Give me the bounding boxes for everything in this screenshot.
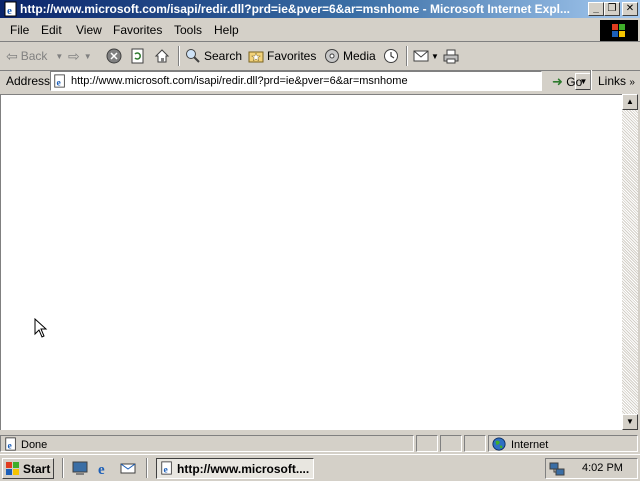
toolbar-separator [178, 46, 180, 66]
launch-outlook-express-button[interactable] [120, 460, 136, 479]
taskbar-window-button[interactable]: e http://www.microsoft.... [156, 458, 314, 479]
back-arrow-icon: ⇦ [6, 47, 18, 64]
clock[interactable]: 4:02 PM [582, 462, 623, 474]
browser-content[interactable] [0, 94, 622, 430]
svg-text:e: e [7, 5, 12, 17]
start-label: Start [23, 462, 51, 476]
svg-text:e: e [164, 464, 169, 475]
mail-icon [120, 463, 136, 474]
favorites-icon [248, 51, 264, 63]
arrow-up-icon: ▲ [626, 97, 634, 106]
status-text: Done [21, 439, 48, 451]
globe-icon [492, 437, 506, 451]
restore-icon: ❐ [607, 3, 617, 14]
back-button[interactable]: ⇦ Back ▼ [6, 45, 63, 67]
home-icon [154, 49, 170, 63]
address-input[interactable]: e http://www.microsoft.com/isapi/redir.d… [50, 71, 592, 91]
chevron-down-icon: ▼ [431, 51, 439, 61]
links-button[interactable]: Links » [598, 74, 635, 88]
media-icon [325, 49, 339, 63]
mail-icon [413, 50, 429, 62]
search-button[interactable]: Search [185, 45, 242, 67]
status-panel [440, 435, 462, 452]
title-bar[interactable]: e http://www.microsoft.com/isapi/redir.d… [0, 0, 640, 18]
home-button[interactable] [154, 45, 170, 67]
address-bar: Address e http://www.microsoft.com/isapi… [0, 70, 640, 92]
system-tray: 4:02 PM [545, 458, 638, 479]
launch-ie-button[interactable]: e [96, 460, 112, 479]
stop-button[interactable] [106, 45, 122, 67]
refresh-icon [131, 48, 144, 64]
show-desktop-button[interactable] [72, 460, 88, 479]
svg-text:e: e [57, 77, 62, 88]
favorites-button[interactable]: Favorites [248, 45, 316, 67]
history-icon [384, 49, 398, 63]
menu-view[interactable]: View [76, 23, 102, 37]
forward-button[interactable]: ⇨ ▼ [68, 45, 92, 67]
standard-toolbar: ⇦ Back ▼ ⇨ ▼ Search Favorites Media ▼ [0, 42, 640, 71]
menu-file[interactable]: File [10, 23, 29, 37]
close-icon: ✕ [625, 3, 635, 14]
address-label: Address [6, 74, 51, 88]
windows-logo [600, 20, 638, 41]
taskbar: Start e e http://www.microsoft.... 4:02 … [0, 454, 640, 481]
menu-favorites[interactable]: Favorites [113, 23, 162, 37]
window-title: http://www.microsoft.com/isapi/redir.dll… [20, 2, 570, 16]
menu-help[interactable]: Help [214, 23, 239, 37]
printer-icon [443, 49, 459, 64]
go-arrow-icon: ➜ [552, 74, 563, 89]
scroll-down-button[interactable]: ▼ [622, 414, 638, 430]
status-bar: e Done Internet [0, 433, 640, 453]
refresh-button[interactable] [130, 45, 146, 67]
zone-text: Internet [511, 439, 549, 451]
status-text-panel: e Done [0, 435, 414, 452]
chevron-right-icon: » [629, 77, 635, 88]
close-button[interactable]: ✕ [622, 2, 638, 16]
minimize-icon: _ [593, 3, 599, 14]
status-panel [464, 435, 486, 452]
toolbar-separator [406, 46, 408, 66]
stop-icon [106, 48, 122, 64]
minimize-button[interactable]: _ [588, 2, 604, 16]
scroll-up-button[interactable]: ▲ [622, 94, 638, 110]
mouse-cursor-icon [34, 318, 48, 338]
forward-arrow-icon: ⇨ [68, 47, 80, 64]
start-button[interactable]: Start [2, 458, 54, 479]
svg-text:e: e [98, 462, 105, 476]
ie-page-icon: e [4, 1, 17, 17]
desktop-icon [72, 461, 88, 475]
chevron-down-icon: ▼ [83, 51, 92, 61]
windows-flag-icon [6, 462, 19, 475]
mail-button[interactable]: ▼ [413, 45, 439, 67]
network-icon[interactable] [549, 461, 565, 477]
windows-flag-icon [612, 24, 625, 37]
vertical-scrollbar[interactable]: ▲ ▼ [622, 94, 638, 430]
page-icon: e [54, 74, 65, 88]
arrow-down-icon: ▼ [626, 417, 634, 426]
print-button[interactable] [443, 45, 459, 67]
taskbar-separator [62, 458, 64, 478]
page-icon: e [161, 461, 172, 475]
status-panel [416, 435, 438, 452]
media-button[interactable]: Media [324, 45, 376, 67]
taskbar-separator [146, 458, 148, 478]
go-button[interactable]: ➜ Go [552, 74, 582, 90]
search-icon [186, 49, 200, 63]
svg-text:e: e [8, 440, 13, 451]
taskbar-window-title: http://www.microsoft.... [177, 462, 310, 476]
address-url: http://www.microsoft.com/isapi/redir.dll… [71, 75, 408, 87]
menu-bar: File Edit View Favorites Tools Help [0, 19, 640, 42]
chevron-down-icon: ▼ [55, 51, 64, 61]
zone-panel: Internet [488, 435, 638, 452]
toolbar-separator [590, 70, 592, 90]
restore-button[interactable]: ❐ [604, 2, 620, 16]
menu-edit[interactable]: Edit [41, 23, 62, 37]
menu-tools[interactable]: Tools [174, 23, 202, 37]
ie-icon: e [98, 462, 105, 478]
history-button[interactable] [383, 45, 399, 67]
page-icon: e [5, 437, 16, 451]
